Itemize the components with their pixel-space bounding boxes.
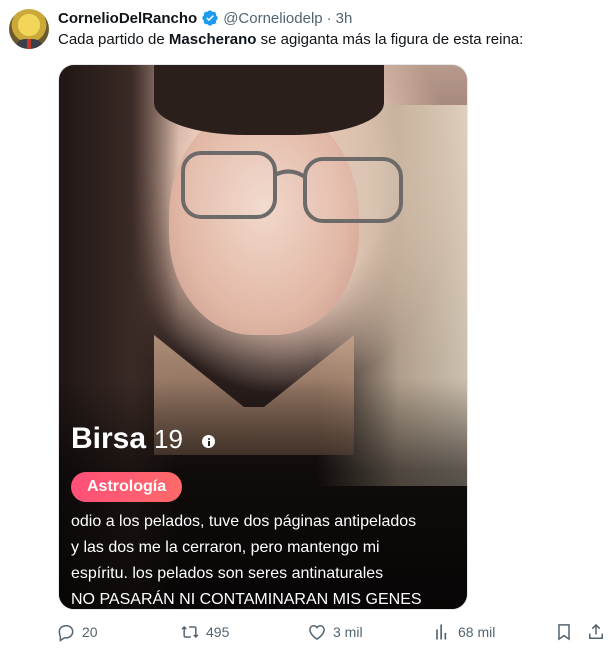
- retweet-count: 495: [206, 624, 230, 640]
- photo-glasses: [181, 151, 403, 223]
- views-icon: [432, 622, 452, 642]
- heart-icon: [307, 622, 327, 642]
- tweet-header: CornelioDelRancho @Corneliodelp · 3h: [58, 8, 352, 28]
- info-icon: [202, 435, 215, 448]
- bookmark-button[interactable]: [554, 622, 574, 642]
- bio-line: odio a los pelados, tuve dos páginas ant…: [71, 513, 417, 530]
- tweet-image[interactable]: Birsa 19 Astrología odio a los pelados, t…: [58, 64, 468, 610]
- reply-icon: [56, 622, 76, 642]
- like-count: 3 mil: [333, 624, 363, 640]
- author-name[interactable]: CornelioDelRancho: [58, 10, 197, 27]
- bio-line: NO PASARÁN NI CONTAMINARAN MIS GENES: [71, 591, 422, 608]
- reply-button[interactable]: 20: [56, 622, 98, 642]
- profile-age: 19: [154, 424, 183, 454]
- header-separator: ·: [326, 9, 332, 27]
- bookmark-icon: [554, 622, 574, 642]
- tweet-actions: 20 495 3 mil 68 mil: [56, 622, 608, 644]
- bio-line: espíritu. los pelados son seres antinatu…: [71, 565, 384, 582]
- interest-tag: Astrología: [71, 472, 183, 502]
- verified-badge-icon: [201, 9, 219, 27]
- share-button[interactable]: [586, 622, 606, 642]
- photo-bangs: [154, 65, 384, 135]
- avatar-tie: [27, 39, 31, 49]
- share-icon: [586, 622, 606, 642]
- bio-line: y las dos me la cerraron, pero mantengo …: [71, 539, 380, 556]
- tweet-text: Cada partido de Mascherano se agiganta m…: [58, 30, 523, 50]
- profile-bio: odio a los pelados, tuve dos páginas ant…: [71, 509, 461, 609]
- tweet-text-before: Cada partido de: [58, 31, 169, 48]
- retweet-button[interactable]: 495: [180, 622, 229, 642]
- author-handle[interactable]: @Corneliodelp: [223, 10, 322, 27]
- tweet-text-bold: Mascherano: [168, 31, 257, 48]
- views-button[interactable]: 68 mil: [432, 622, 495, 642]
- author-avatar[interactable]: [9, 9, 49, 49]
- profile-name-text: Birsa: [71, 422, 147, 455]
- views-count: 68 mil: [458, 624, 496, 640]
- retweet-icon: [180, 622, 200, 642]
- tweet-text-after: se agiganta más la figura de esta reina:: [256, 31, 524, 48]
- like-button[interactable]: 3 mil: [307, 622, 363, 642]
- profile-name: Birsa 19: [71, 422, 183, 456]
- reply-count: 20: [82, 624, 98, 640]
- tweet-timestamp[interactable]: 3h: [336, 10, 353, 27]
